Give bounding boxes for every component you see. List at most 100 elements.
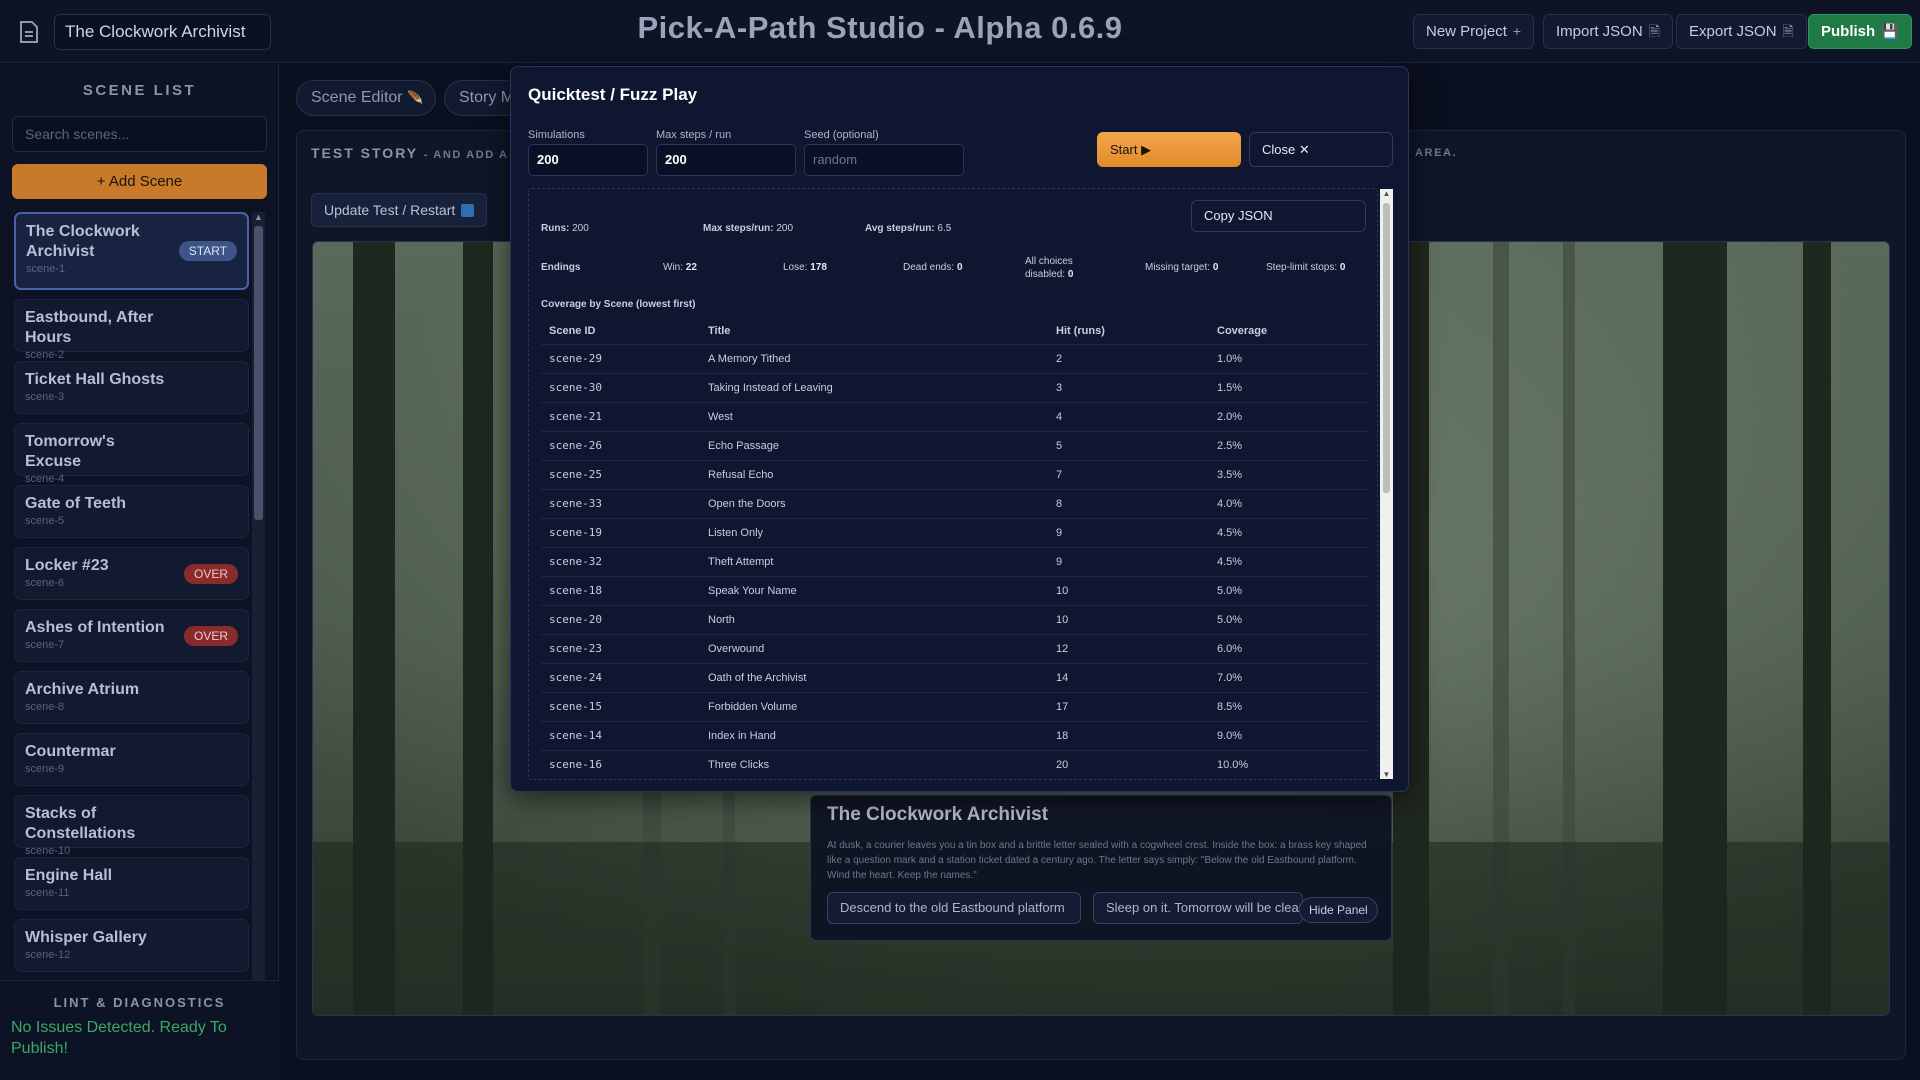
scene-list-item[interactable]: Archive Atrium scene-8 xyxy=(14,671,249,724)
scene-search-input[interactable]: Search scenes... xyxy=(12,116,267,152)
scroll-up-icon[interactable]: ▲ xyxy=(1380,189,1393,198)
scene-item-title: Engine Hall xyxy=(25,867,113,884)
lint-status: No Issues Detected. Ready To Publish! xyxy=(11,1019,227,1057)
scene-list-item[interactable]: Tomorrow's Excuse scene-4 xyxy=(14,423,249,485)
scene-list-item[interactable]: The Clockwork Archivist scene-1 START xyxy=(14,212,249,290)
results-scrollbar[interactable]: ▲ ▼ xyxy=(1380,189,1393,779)
column-coverage: Coverage xyxy=(1209,319,1368,345)
scene-item-id: scene-8 xyxy=(25,701,65,713)
scene-item-id: scene-9 xyxy=(25,763,65,775)
scene-id-cell: scene-19 xyxy=(541,518,700,548)
export-json-button[interactable]: Export JSON 🗎 xyxy=(1676,14,1807,49)
coverage-header-row: Scene ID Title Hit (runs) Coverage xyxy=(541,319,1368,345)
scrollbar-thumb[interactable] xyxy=(1383,203,1390,493)
scene-item-title: Whisper Gallery xyxy=(25,929,147,946)
scene-item-id: scene-10 xyxy=(25,845,71,857)
runs-value: 200 xyxy=(572,223,589,234)
publish-button[interactable]: Publish 💾 xyxy=(1808,14,1912,49)
table-row: scene-20 North 10 5.0% xyxy=(541,605,1368,635)
table-row: scene-29 A Memory Tithed 2 1.0% xyxy=(541,344,1368,374)
scene-list-item[interactable]: Locker #23 scene-6 OVER xyxy=(14,547,249,600)
endings-label: Endings xyxy=(541,261,580,274)
scene-list-item[interactable]: Ashes of Intention scene-7 OVER xyxy=(14,609,249,662)
table-row: scene-30 Taking Instead of Leaving 3 1.5% xyxy=(541,373,1368,403)
scene-id-cell: scene-23 xyxy=(541,634,700,664)
dead-ends-label: Dead ends: xyxy=(903,262,955,273)
scene-item-title: Archive Atrium xyxy=(25,681,140,698)
scene-list-item[interactable]: Gate of Teeth scene-5 xyxy=(14,485,249,538)
add-scene-button[interactable]: + Add Scene xyxy=(12,164,267,199)
document-icon[interactable] xyxy=(18,20,40,44)
scene-item-title: The Clockwork Archivist xyxy=(26,223,140,260)
title-cell: Listen Only xyxy=(700,518,1048,548)
coverage-table: Scene ID Title Hit (runs) Coverage scene… xyxy=(541,319,1368,779)
avg-steps-label: Avg steps/run: xyxy=(865,223,935,234)
scene-id-cell: scene-18 xyxy=(541,576,700,606)
file-icon: 🗎 xyxy=(1782,23,1794,39)
scene-id-cell: scene-15 xyxy=(541,692,700,722)
scene-id-cell: scene-20 xyxy=(541,605,700,635)
title-cell: Refusal Echo xyxy=(700,460,1048,490)
seed-input[interactable]: random xyxy=(804,144,964,176)
hits-cell: 9 xyxy=(1048,518,1209,548)
coverage-cell: 2.0% xyxy=(1209,402,1368,432)
coverage-cell: 3.5% xyxy=(1209,460,1368,490)
runs-label: Runs: xyxy=(541,223,570,234)
scene-item-title: Gate of Teeth xyxy=(25,495,127,512)
hits-cell: 17 xyxy=(1048,692,1209,722)
panel-subtitle-end: AREA. xyxy=(1415,147,1458,159)
step-limit-stat: Step-limit stops: 0 xyxy=(1266,261,1345,274)
seed-label: Seed (optional) xyxy=(804,129,879,141)
copy-json-button[interactable]: Copy JSON xyxy=(1191,200,1366,232)
max-steps-stat-label: Max steps/run: xyxy=(703,223,774,234)
choice-button-1[interactable]: Descend to the old Eastbound platform xyxy=(827,892,1081,924)
hits-cell: 4 xyxy=(1048,402,1209,432)
new-project-button[interactable]: New Project + xyxy=(1413,14,1535,49)
coverage-cell: 2.5% xyxy=(1209,431,1368,461)
coverage-cell: 5.0% xyxy=(1209,576,1368,606)
scene-item-id: scene-4 xyxy=(25,473,65,485)
win-label: Win: xyxy=(663,262,683,273)
title-cell: Overwound xyxy=(700,634,1048,664)
tab-scene-editor-label: Scene Editor xyxy=(311,89,403,106)
scene-id-cell: scene-26 xyxy=(541,431,700,461)
scene-list-item[interactable]: Stacks of Constellations scene-10 xyxy=(14,795,249,857)
scroll-down-icon[interactable]: ▼ xyxy=(1380,770,1393,779)
scene-card-text: At dusk, a courier leaves you a tin box … xyxy=(827,840,1367,881)
hide-panel-button[interactable]: Hide Panel xyxy=(1299,897,1378,923)
scene-item-title: Locker #23 xyxy=(25,557,109,574)
scrollbar-thumb[interactable] xyxy=(254,226,263,520)
scene-list-scrollbar[interactable]: ▲ ▼ xyxy=(252,212,265,1032)
scene-list-item[interactable]: Engine Hall scene-11 xyxy=(14,857,249,910)
title-cell: Theft Attempt xyxy=(700,547,1048,577)
scene-list-item[interactable]: Whisper Gallery scene-12 xyxy=(14,919,249,972)
import-json-button[interactable]: Import JSON 🗎 xyxy=(1543,14,1673,49)
file-icon: 🗎 xyxy=(1648,23,1660,39)
scene-id-cell: scene-25 xyxy=(541,460,700,490)
dead-ends-stat: Dead ends: 0 xyxy=(903,261,963,274)
tab-scene-editor[interactable]: Scene Editor 🪶 xyxy=(296,80,436,116)
scene-list-item[interactable]: Ticket Hall Ghosts scene-3 xyxy=(14,361,249,414)
missing-target-value: 0 xyxy=(1212,262,1219,273)
scene-id-cell: scene-29 xyxy=(541,344,700,374)
lose-label: Lose: xyxy=(783,262,808,273)
table-row: scene-14 Index in Hand 18 9.0% xyxy=(541,721,1368,751)
scene-item-title: Stacks of Constellations xyxy=(25,805,136,842)
step-limit-value: 0 xyxy=(1339,262,1346,273)
start-button[interactable]: Start ▶ xyxy=(1097,132,1241,167)
close-button[interactable]: Close ✕ xyxy=(1249,132,1393,167)
scene-item-id: scene-2 xyxy=(25,349,65,361)
update-test-button[interactable]: Update Test / Restart xyxy=(311,193,488,227)
scene-item-title: Countermar xyxy=(25,743,116,760)
scroll-up-icon[interactable]: ▲ xyxy=(252,212,265,222)
simulations-input[interactable]: 200 xyxy=(528,144,648,176)
step-limit-label: Step-limit stops: xyxy=(1266,262,1338,273)
scene-list-item[interactable]: Eastbound, After Hours scene-2 xyxy=(14,299,249,361)
choice-button-2[interactable]: Sleep on it. Tomorrow will be clear xyxy=(1093,892,1303,924)
scene-list-item[interactable]: Countermar scene-9 xyxy=(14,733,249,786)
title-cell: Index in Hand xyxy=(700,721,1048,751)
title-cell: Oath of the Archivist xyxy=(700,663,1048,693)
scene-card-title: The Clockwork Archivist xyxy=(827,804,1049,825)
max-steps-input[interactable]: 200 xyxy=(656,144,796,176)
project-name-input[interactable]: The Clockwork Archivist xyxy=(54,14,271,50)
